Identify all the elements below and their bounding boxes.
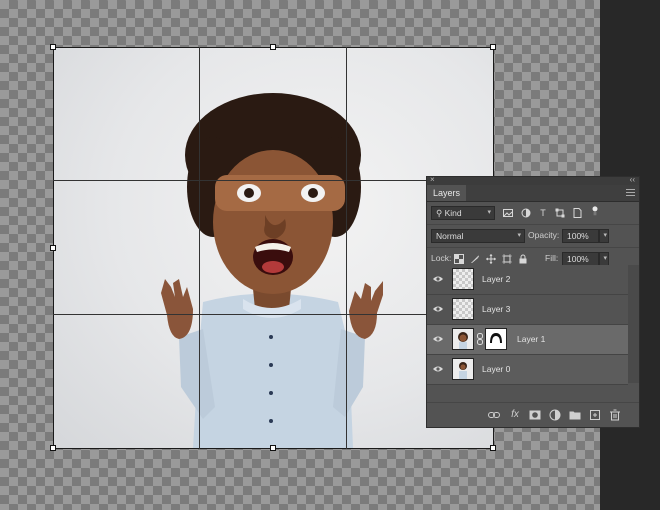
transform-handle-bottom-left[interactable] [50, 445, 56, 451]
fill-label: Fill: [545, 253, 559, 263]
fill-dropdown[interactable]: ▾ [599, 252, 609, 266]
lock-artboard-icon[interactable] [502, 254, 512, 264]
blend-mode-value: Normal [436, 231, 464, 241]
opacity-dropdown[interactable]: ▾ [599, 229, 609, 243]
fill-value: 100% [567, 254, 589, 264]
panel-title-bar[interactable]: × ‹‹ [427, 175, 639, 185]
filter-toggle-icon[interactable] [590, 206, 600, 216]
blend-mode-select[interactable]: Normal ▾ [431, 229, 525, 243]
chain-link-icon[interactable] [477, 333, 483, 345]
layer-row-layer-1[interactable]: Layer 1 [427, 325, 628, 355]
layer-list-scrollbar[interactable] [628, 265, 639, 383]
lock-label: Lock: [431, 253, 452, 263]
opacity-value: 100% [567, 231, 589, 241]
type-filter-icon[interactable]: T [538, 208, 548, 218]
layer-thumbnail [452, 358, 474, 380]
layer-row-layer-0[interactable]: Layer 0 [427, 355, 628, 385]
transform-handle-bottom-center[interactable] [270, 445, 276, 451]
layer-name[interactable]: Layer 3 [482, 304, 510, 314]
layer-name[interactable]: Layer 2 [482, 274, 510, 284]
layer-thumbnail [452, 328, 474, 350]
search-icon: ⚲ [436, 208, 443, 218]
panel-bottom-toolbar: fx [427, 402, 639, 427]
lock-position-icon[interactable] [486, 254, 496, 264]
fx-icon[interactable]: fx [509, 409, 521, 421]
chevron-down-icon: ▾ [517, 232, 521, 239]
opacity-input[interactable]: 100% [562, 229, 599, 243]
lock-image-pixels-icon[interactable] [470, 254, 480, 264]
chevron-down-icon: ▾ [603, 232, 607, 239]
layer-name[interactable]: Layer 1 [517, 334, 545, 344]
collapse-icon[interactable]: ‹‹ [630, 175, 635, 184]
pixel-filter-icon[interactable] [503, 208, 513, 218]
visibility-eye-icon[interactable] [433, 335, 443, 343]
layer-thumbnail [452, 268, 474, 290]
visibility-eye-icon[interactable] [433, 305, 443, 313]
layer-thumbnail [452, 298, 474, 320]
panel-tab-bar: Layers [427, 185, 639, 202]
new-group-icon[interactable] [569, 409, 581, 421]
transform-handle-middle-left[interactable] [50, 245, 56, 251]
lock-all-icon[interactable] [518, 254, 528, 264]
layer-thumbnail-image [453, 359, 473, 379]
smart-object-filter-icon[interactable] [572, 208, 582, 218]
layer-row-layer-2[interactable]: Layer 2 [427, 265, 628, 295]
layers-panel: × ‹‹ Layers ⚲ Kind ▾ T Normal ▾ Opacity:… [426, 175, 640, 428]
visibility-eye-icon[interactable] [433, 365, 443, 373]
tab-layers[interactable]: Layers [427, 185, 467, 201]
transform-handle-top-right[interactable] [490, 44, 496, 50]
link-icon[interactable] [488, 409, 500, 421]
layer-list: Layer 2 Layer 3 Layer 1 Layer 0 [427, 265, 628, 385]
close-icon[interactable]: × [430, 175, 435, 184]
layer-name[interactable]: Layer 0 [482, 364, 510, 374]
filter-row: ⚲ Kind ▾ T [427, 202, 639, 225]
trash-icon[interactable] [609, 409, 621, 421]
new-layer-icon[interactable] [589, 409, 601, 421]
transform-handle-top-center[interactable] [270, 44, 276, 50]
visibility-eye-icon[interactable] [433, 275, 443, 283]
blend-row: Normal ▾ Opacity: 100% ▾ [427, 225, 639, 248]
transform-handle-top-left[interactable] [50, 44, 56, 50]
transform-handle-bottom-right[interactable] [490, 445, 496, 451]
mask-shape [486, 329, 506, 349]
chevron-down-icon: ▾ [487, 209, 491, 216]
warp-grid-line[interactable] [199, 47, 200, 449]
lock-transparent-pixels-icon[interactable] [454, 254, 464, 264]
panel-menu-icon[interactable] [626, 189, 635, 196]
adjustment-filter-icon[interactable] [521, 208, 531, 218]
filter-kind-select[interactable]: ⚲ Kind ▾ [431, 206, 495, 220]
layer-mask-thumbnail[interactable] [485, 328, 507, 350]
add-mask-icon[interactable] [529, 409, 541, 421]
layer-thumbnail-image [453, 329, 473, 349]
shape-filter-icon[interactable] [555, 208, 565, 218]
layer-row-layer-3[interactable]: Layer 3 [427, 295, 628, 325]
chevron-down-icon: ▾ [603, 255, 607, 262]
opacity-label: Opacity: [528, 230, 560, 240]
filter-kind-label: Kind [444, 208, 462, 218]
adjustment-icon[interactable] [549, 409, 561, 421]
warp-grid-line[interactable] [346, 47, 347, 449]
fill-input[interactable]: 100% [562, 252, 599, 266]
